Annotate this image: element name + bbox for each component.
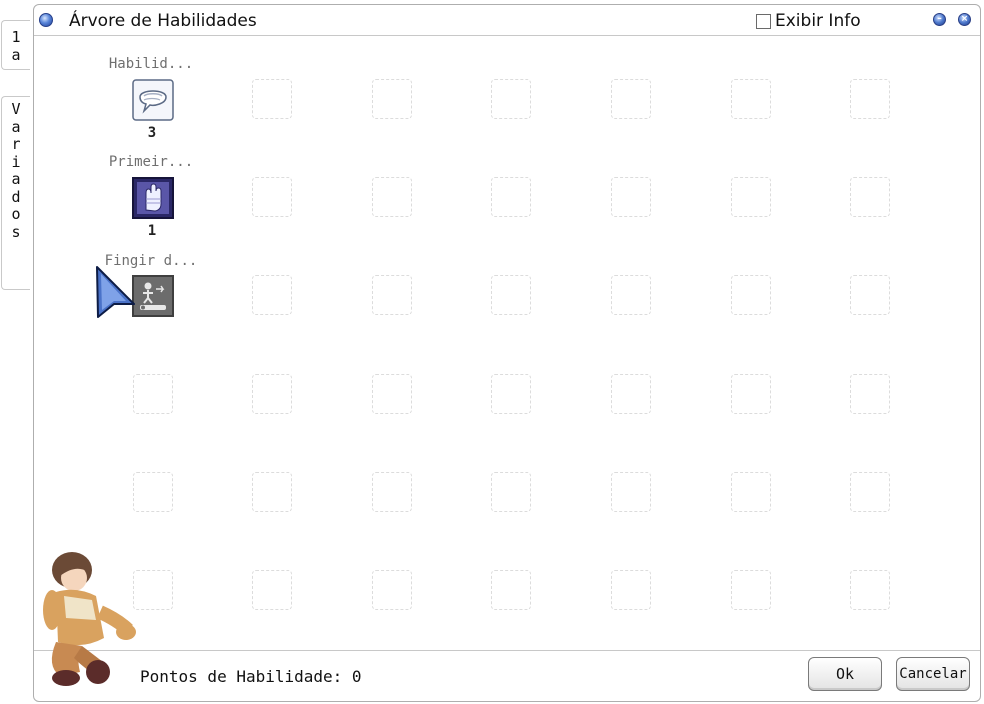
- speech-bubble-icon: [132, 79, 174, 121]
- tab-letter: V: [11, 100, 21, 118]
- close-button[interactable]: ×: [958, 13, 971, 26]
- tab-letter: r: [11, 135, 21, 153]
- empty-skill-slot: [611, 79, 651, 119]
- empty-skill-slot: [731, 570, 771, 610]
- empty-skill-slot: [252, 275, 292, 315]
- empty-skill-slot: [850, 570, 890, 610]
- empty-skill-slot: [611, 275, 651, 315]
- empty-skill-slot: [252, 570, 292, 610]
- empty-skill-slot: [731, 275, 771, 315]
- tab-letter: i: [11, 152, 21, 171]
- empty-skill-slot: [133, 472, 173, 512]
- skill-tree-window: Árvore de Habilidades Exibir Info – × Ha…: [33, 4, 981, 702]
- tab-letter: 1: [11, 28, 21, 46]
- empty-skill-slot: [133, 374, 173, 414]
- tab-letter: a: [11, 45, 21, 64]
- footer-divider: [34, 650, 980, 651]
- empty-skill-slot: [850, 177, 890, 217]
- show-info-checkbox[interactable]: [756, 13, 771, 29]
- bandaged-hand-icon: [132, 177, 174, 219]
- empty-skill-slot: [731, 472, 771, 512]
- empty-skill-slot: [372, 472, 412, 512]
- empty-skill-slot: [731, 79, 771, 119]
- title-bar[interactable]: Árvore de Habilidades Exibir Info – ×: [34, 5, 980, 36]
- play-dead-icon: [132, 275, 174, 317]
- empty-skill-slot: [491, 79, 531, 119]
- window-title: Árvore de Habilidades: [69, 11, 257, 31]
- empty-skill-slot: [252, 79, 292, 119]
- tab-letter: a: [11, 170, 21, 188]
- empty-skill-slot: [611, 374, 651, 414]
- skill-slot-2[interactable]: [132, 177, 174, 219]
- empty-skill-slot: [491, 177, 531, 217]
- skill-level: 1: [147, 223, 157, 239]
- skill-points-label: Pontos de Habilidade: 0: [140, 667, 362, 686]
- empty-skill-slot: [252, 472, 292, 512]
- mouse-cursor-icon: [96, 266, 135, 318]
- empty-skill-slot: [611, 472, 651, 512]
- empty-skill-slot: [731, 177, 771, 217]
- tab-letter: o: [11, 205, 21, 223]
- novice-mascot-icon: [43, 552, 136, 686]
- skill-name: Habilid...: [108, 56, 194, 72]
- close-icon: ×: [960, 14, 969, 24]
- empty-skill-slot: [850, 79, 890, 119]
- empty-skill-slot: [372, 79, 412, 119]
- empty-skill-slot: [252, 177, 292, 217]
- skill-slot-1[interactable]: [132, 79, 174, 121]
- empty-skill-slot: [731, 374, 771, 414]
- empty-skill-slot: [252, 374, 292, 414]
- empty-skill-slot: [372, 374, 412, 414]
- empty-skill-slot: [491, 472, 531, 512]
- tab-variados[interactable]: V a r i a d o s: [1, 96, 30, 290]
- window-orb-icon: [39, 13, 53, 27]
- tab-1a[interactable]: 1 a: [1, 20, 30, 70]
- empty-skill-slot: [372, 177, 412, 217]
- cancel-button[interactable]: Cancelar: [896, 657, 970, 691]
- show-info-label: Exibir Info: [775, 11, 861, 31]
- empty-skill-slot: [372, 275, 412, 315]
- empty-skill-slot: [850, 374, 890, 414]
- empty-skill-slot: [611, 177, 651, 217]
- empty-skill-slot: [611, 570, 651, 610]
- skill-level: 3: [147, 125, 157, 141]
- empty-skill-slot: [491, 374, 531, 414]
- minimize-button[interactable]: –: [933, 13, 946, 26]
- skill-name: Primeir...: [108, 154, 194, 170]
- tab-letter: a: [11, 117, 21, 136]
- empty-skill-slot: [850, 275, 890, 315]
- empty-skill-slot: [372, 570, 412, 610]
- show-info-toggle[interactable]: Exibir Info: [756, 10, 861, 32]
- empty-skill-slot: [850, 472, 890, 512]
- tab-letter: s: [11, 222, 21, 241]
- ok-button[interactable]: Ok: [808, 657, 882, 691]
- empty-skill-slot: [491, 570, 531, 610]
- minus-icon: –: [937, 14, 942, 24]
- empty-skill-slot: [491, 275, 531, 315]
- skill-slot-3[interactable]: [132, 275, 174, 317]
- tab-letter: d: [11, 187, 21, 206]
